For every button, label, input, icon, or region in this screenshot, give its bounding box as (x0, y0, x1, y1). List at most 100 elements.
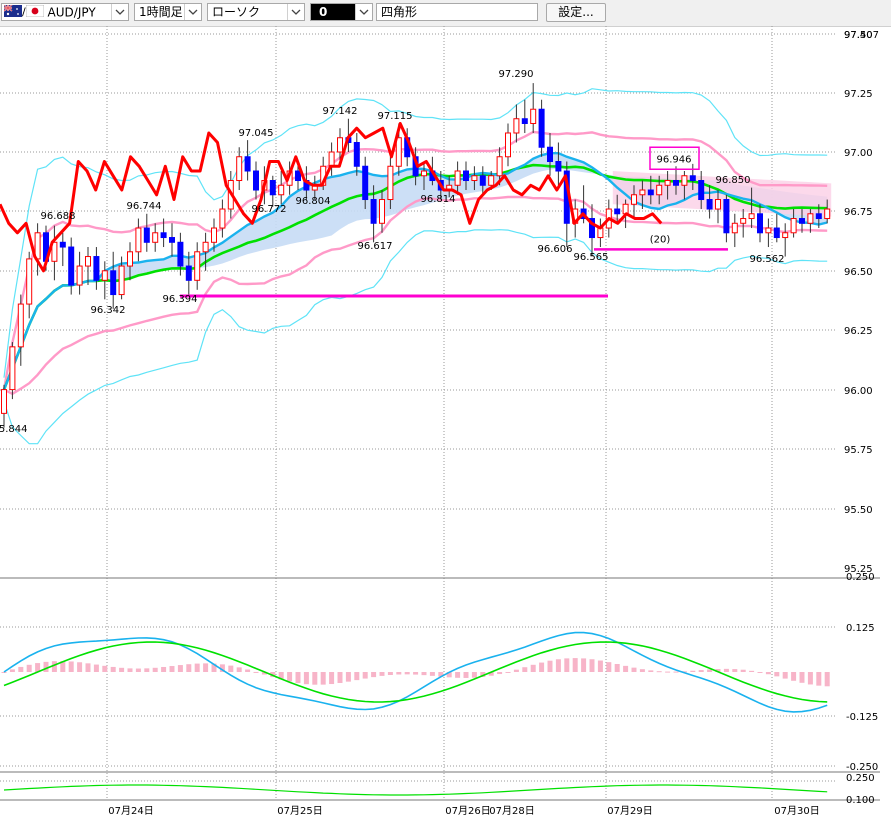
draw-tool-label: 0 (319, 5, 328, 19)
down-candle (244, 156, 251, 172)
x-axis-date-label: 07月26日 (445, 805, 490, 817)
macd-histogram-bar (203, 663, 209, 672)
up-candle (211, 227, 217, 243)
up-candle (715, 199, 721, 210)
up-candle (202, 241, 209, 253)
macd-histogram-bar (497, 672, 503, 675)
up-candle (278, 184, 285, 196)
y-axis-tick-label: 96.50 (844, 267, 873, 278)
macd-histogram-bar (723, 668, 729, 672)
up-candle (740, 218, 747, 224)
down-candle (647, 189, 654, 196)
macd-histogram-bar (93, 664, 99, 672)
macd-histogram-bar (471, 672, 477, 678)
up-candle (379, 199, 385, 224)
macd-histogram-bar (295, 672, 301, 684)
macd-histogram-bar (119, 667, 125, 672)
macd-histogram-bar (85, 663, 91, 672)
x-axis-date-label: 07月28日 (489, 805, 534, 817)
down-candle (706, 199, 713, 210)
up-candle (219, 208, 226, 229)
settings-button[interactable]: 設定... (546, 3, 606, 22)
toolbar: / AUD/JPY 1時間足 ローソク 0 四角形 設定... (0, 0, 891, 27)
y-axis-tick-label: 96.75 (844, 207, 873, 218)
macd-histogram-bar (824, 672, 830, 687)
up-candle (85, 256, 91, 267)
macd-histogram-bar (186, 664, 192, 672)
macd-histogram-bar (606, 662, 612, 672)
down-candle (547, 146, 553, 163)
chevron-down-icon[interactable] (355, 4, 372, 20)
lower-axis-tick-label: 0.250 (846, 773, 875, 784)
macd-histogram-bar (177, 665, 183, 672)
down-candle (169, 237, 175, 243)
chevron-down-icon[interactable] (287, 4, 304, 20)
macd-histogram-bar (732, 669, 738, 672)
macd-histogram-bar (152, 667, 158, 672)
down-candle (353, 141, 360, 167)
shape-select[interactable]: 四角形 (376, 3, 538, 21)
price-point-labels: 97.290 97.142 97.115 97.045 96.850 96.744 96.6… (0, 69, 785, 435)
macd-histogram-bar (194, 663, 200, 672)
symbol-select[interactable]: / AUD/JPY (1, 3, 129, 21)
up-candle (765, 227, 772, 234)
x-axis-date-label: 07月30日 (774, 805, 819, 817)
up-candle (488, 175, 495, 186)
up-candle (101, 270, 108, 281)
macd-histogram-bar (522, 667, 528, 672)
up-candle (782, 232, 789, 239)
x-axis-date-label: 07月29日 (607, 805, 652, 817)
down-candle (479, 175, 486, 186)
macd-histogram-bar (572, 658, 578, 672)
chevron-down-icon[interactable] (184, 4, 201, 20)
price-point-label: 96.772 (252, 204, 287, 215)
japan-flag-icon (25, 4, 45, 21)
price-point-label: 95.844 (0, 424, 28, 435)
macd-histogram-bar (631, 667, 637, 672)
down-candle (177, 241, 184, 267)
y-axis-tick-label: 95.50 (844, 505, 873, 516)
price-chart[interactable]: 96.946 (20) 97.290 97.142 97.115 97.045 96.85… (0, 26, 891, 820)
down-candle (269, 180, 276, 196)
down-candle (757, 213, 763, 234)
up-candle (1, 389, 7, 414)
macd-histogram-bar (455, 672, 461, 678)
up-candle (639, 189, 646, 196)
interval-select[interactable]: 1時間足 (134, 3, 202, 21)
up-candle (748, 213, 755, 220)
down-candle (773, 227, 780, 239)
macd-histogram-bar (362, 672, 368, 679)
up-candle (664, 180, 671, 186)
chart-grid (0, 26, 835, 800)
count-label: (20) (650, 234, 671, 245)
draw-tool-select[interactable]: 0 (310, 3, 373, 21)
macd-histogram-bar (127, 668, 133, 672)
macd-histogram-bar (413, 672, 419, 675)
macd-histogram-bar (9, 669, 15, 672)
up-candle (118, 265, 125, 296)
chart-style-select[interactable]: ローソク (207, 3, 305, 21)
up-candle (731, 222, 738, 234)
down-candle (253, 170, 259, 191)
macd-histogram-bar (169, 666, 175, 672)
y-axis-tick-label: 96.00 (844, 386, 873, 397)
up-candle (387, 165, 394, 201)
macd-histogram-bar (379, 672, 385, 676)
down-candle (689, 175, 696, 182)
down-candle (463, 170, 469, 182)
down-candle (614, 208, 621, 215)
price-point-label: 96.814 (421, 194, 456, 205)
up-candle (824, 208, 831, 220)
macd-histogram-bar (1, 672, 7, 673)
chevron-down-icon[interactable] (111, 4, 128, 20)
up-candle (337, 137, 343, 153)
macd-histogram-bar (799, 672, 805, 683)
up-candle (513, 118, 520, 134)
macd-histogram-bar (581, 658, 587, 672)
price-point-label: 96.342 (91, 305, 126, 316)
up-candle (807, 213, 814, 224)
macd-histogram-bar (673, 671, 679, 673)
macd-histogram-bar (337, 672, 343, 684)
down-candle (160, 232, 167, 239)
lower-indicator-line (3, 784, 828, 796)
